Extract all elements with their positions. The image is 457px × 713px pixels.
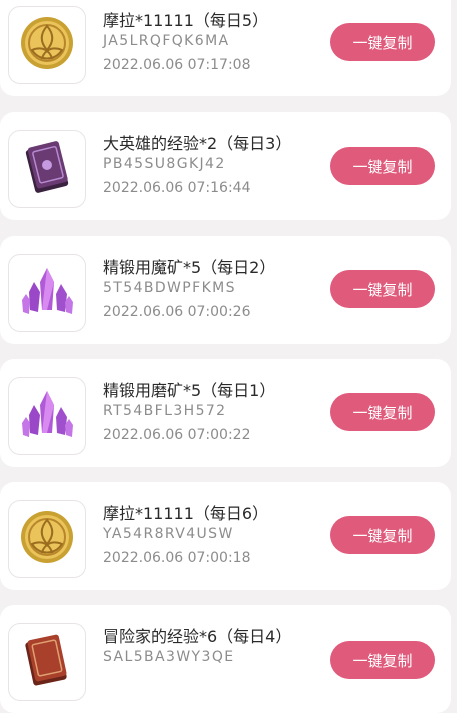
timestamp: 2022.06.06 07:17:08 — [103, 57, 251, 73]
mystic-ore-crystal-icon — [16, 383, 78, 449]
item-thumbnail — [8, 377, 86, 455]
redeem-code: PB45SU8GKJ42 — [103, 156, 226, 172]
list-item: 精锻用魔矿*5（每日2） 5T54BDWPFKMS 2022.06.06 07:… — [0, 236, 451, 344]
list-item: 大英雄的经验*2（每日3） PB45SU8GKJ42 2022.06.06 07… — [0, 112, 451, 220]
redeem-code: SAL5BA3WY3QE — [103, 649, 235, 665]
item-name: 精锻用磨矿*5（每日1） — [103, 381, 276, 400]
item-thumbnail — [8, 6, 86, 84]
heros-wit-book-icon — [16, 136, 78, 202]
mystic-ore-crystal-icon — [16, 260, 78, 326]
item-thumbnail — [8, 254, 86, 332]
item-thumbnail — [8, 130, 86, 208]
list-item: 精锻用磨矿*5（每日1） RT54BFL3H572 2022.06.06 07:… — [0, 359, 451, 467]
item-name: 大英雄的经验*2（每日3） — [103, 134, 292, 153]
item-name: 摩拉*11111（每日6） — [103, 504, 269, 523]
copy-button[interactable]: 一键复制 — [330, 23, 435, 61]
redeem-code: JA5LRQFQK6MA — [103, 33, 230, 49]
redeem-code: YA54R8RV4USW — [103, 526, 234, 542]
list-item: 冒险家的经验*6（每日4） SAL5BA3WY3QE 一键复制 — [0, 605, 451, 713]
list-item: 摩拉*11111（每日6） YA54R8RV4USW 2022.06.06 07… — [0, 482, 451, 590]
adventurers-experience-book-icon — [16, 629, 78, 695]
timestamp: 2022.06.06 07:00:26 — [103, 304, 251, 320]
mora-coin-icon — [16, 506, 78, 572]
copy-button[interactable]: 一键复制 — [330, 270, 435, 308]
item-thumbnail — [8, 623, 86, 701]
redeem-code: 5T54BDWPFKMS — [103, 280, 236, 296]
mora-coin-icon — [16, 12, 78, 78]
item-name: 摩拉*11111（每日5） — [103, 11, 269, 30]
copy-button[interactable]: 一键复制 — [330, 641, 435, 679]
timestamp: 2022.06.06 07:00:22 — [103, 427, 251, 443]
copy-button[interactable]: 一键复制 — [330, 147, 435, 185]
item-name: 冒险家的经验*6（每日4） — [103, 627, 292, 646]
list-item: 摩拉*11111（每日5） JA5LRQFQK6MA 2022.06.06 07… — [0, 0, 451, 96]
copy-button[interactable]: 一键复制 — [330, 516, 435, 554]
item-name: 精锻用魔矿*5（每日2） — [103, 258, 276, 277]
timestamp: 2022.06.06 07:00:18 — [103, 550, 251, 566]
timestamp: 2022.06.06 07:16:44 — [103, 180, 251, 196]
item-thumbnail — [8, 500, 86, 578]
copy-button[interactable]: 一键复制 — [330, 393, 435, 431]
redeem-code: RT54BFL3H572 — [103, 403, 227, 419]
